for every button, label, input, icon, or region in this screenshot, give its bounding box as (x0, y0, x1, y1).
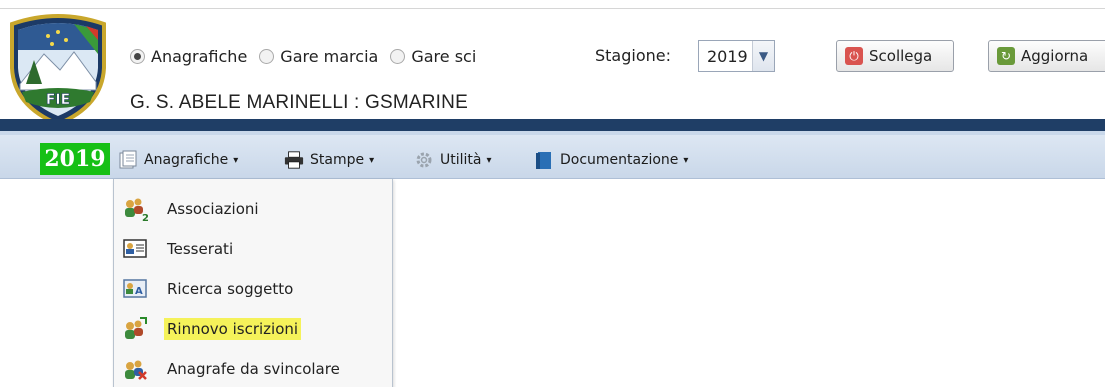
gear-icon (414, 150, 434, 170)
radio-label: Gare sci (411, 46, 477, 66)
disconnect-button[interactable]: ⏻ Scollega (836, 40, 954, 72)
menu-item-associazioni[interactable]: 2 Associazioni (114, 189, 392, 229)
menu-utilita[interactable]: Utilità ▾ (414, 146, 492, 174)
year-badge: 2019 (40, 143, 110, 175)
radio-gare-sci[interactable]: Gare sci (390, 47, 476, 66)
company-name: G. S. ABELE MARINELLI : GSMARINE (130, 92, 468, 113)
registry-icon (118, 150, 138, 170)
menu-item-tesserati[interactable]: Tesserati (114, 229, 392, 269)
menu-documentazione[interactable]: Documentazione ▾ (534, 146, 688, 174)
power-icon: ⏻ (845, 47, 863, 65)
refresh-label: Aggiorna (1021, 47, 1089, 65)
season-select[interactable]: 2019 ▼ (698, 40, 775, 72)
mode-radio-group: Anagrafiche Gare marcia Gare sci (130, 44, 488, 68)
radio-label: Gare marcia (280, 46, 379, 66)
top-divider (0, 8, 1105, 9)
menu-item-rinnovo-iscrizioni[interactable]: Rinnovo iscrizioni (114, 309, 392, 349)
release-icon (122, 356, 148, 382)
radio-unchecked-icon[interactable] (390, 48, 406, 64)
caret-down-icon: ▾ (369, 154, 375, 166)
renewal-icon (122, 316, 148, 342)
header-band (0, 119, 1105, 131)
anagrafiche-dropdown: 2 Associazioni Tesserati A Ricerca sogge… (113, 179, 393, 387)
radio-anagrafiche[interactable]: Anagrafiche (130, 47, 247, 66)
refresh-icon: ↻ (997, 47, 1015, 65)
chevron-down-icon[interactable]: ▼ (752, 41, 774, 71)
menu-item-label: Anagrafe da svincolare (167, 360, 340, 378)
refresh-button[interactable]: ↻ Aggiorna (988, 40, 1105, 72)
radio-label: Anagrafiche (151, 46, 248, 66)
menu-item-anagrafe-da-svincolare[interactable]: Anagrafe da svincolare (114, 349, 392, 387)
member-card-icon (122, 236, 148, 262)
menu-label: Documentazione (560, 152, 679, 168)
svg-text:FIE: FIE (46, 92, 70, 108)
menu-item-label: Ricerca soggetto (167, 280, 294, 298)
search-subject-icon: A (122, 276, 148, 302)
radio-gare-marcia[interactable]: Gare marcia (259, 47, 378, 66)
menu-anagrafiche[interactable]: Anagrafiche ▾ (118, 146, 238, 174)
menu-label: Anagrafiche (144, 152, 229, 168)
printer-icon (284, 150, 304, 170)
svg-text:2: 2 (142, 213, 148, 222)
menu-item-ricerca-soggetto[interactable]: A Ricerca soggetto (114, 269, 392, 309)
menu-item-label: Tesserati (167, 240, 234, 258)
menu-label: Utilità (440, 152, 482, 168)
menu-label: Stampe (310, 152, 365, 168)
svg-text:A: A (135, 286, 143, 297)
menu-item-label: Rinnovo iscrizioni (164, 318, 302, 340)
caret-down-icon: ▾ (683, 154, 689, 166)
book-icon (534, 150, 554, 170)
menu-item-label: Associazioni (167, 200, 259, 218)
season-value: 2019 (707, 46, 748, 66)
fie-logo: FIE (10, 14, 106, 127)
menu-stampe[interactable]: Stampe ▾ (284, 146, 374, 174)
caret-down-icon: ▾ (233, 154, 239, 166)
radio-checked-icon[interactable] (130, 48, 145, 64)
season-label: Stagione: (595, 46, 671, 65)
radio-unchecked-icon[interactable] (259, 48, 275, 64)
caret-down-icon: ▾ (486, 154, 492, 166)
associations-icon: 2 (122, 196, 148, 222)
disconnect-label: Scollega (869, 47, 933, 65)
